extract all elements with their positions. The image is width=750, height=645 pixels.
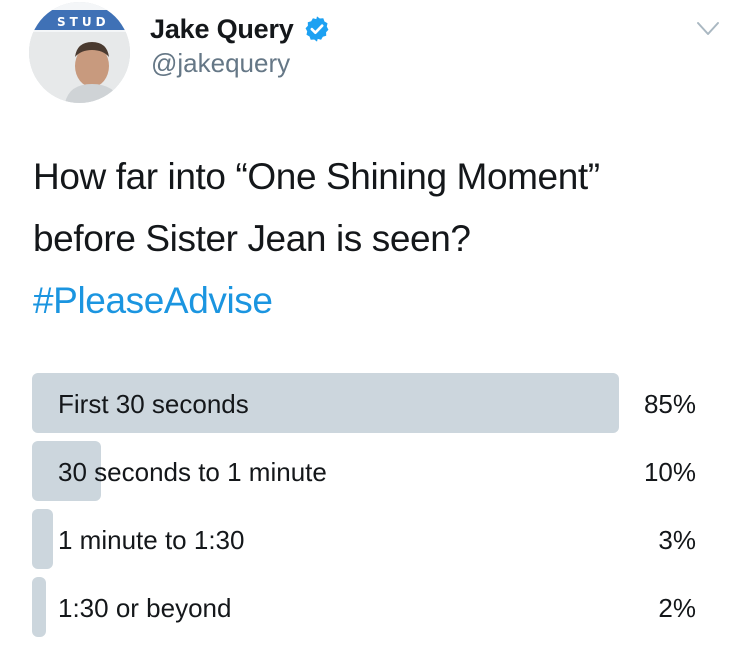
poll-option-percent: 3% [658, 525, 696, 555]
author-name-row[interactable]: Jake Query [150, 12, 331, 46]
hashtag-link[interactable]: #PleaseAdvise [33, 270, 723, 332]
tweet-text-line: before Sister Jean is seen? [33, 218, 471, 259]
poll-option: 1:30 or beyond 2% [32, 577, 696, 637]
poll-option-percent: 10% [643, 457, 696, 487]
poll-result-bar [32, 577, 46, 637]
avatar-photo: STUD [29, 2, 130, 103]
poll-option: 1 minute to 1:30 3% [32, 509, 696, 569]
poll-option-label: 1:30 or beyond [58, 593, 232, 623]
poll-option-label: First 30 seconds [58, 389, 249, 419]
avatar-logo-text: STUD [57, 15, 110, 29]
poll-option: First 30 seconds 85% [32, 373, 696, 433]
poll-option: 30 seconds to 1 minute 10% [32, 441, 696, 501]
avatar[interactable]: STUD [29, 2, 130, 103]
tweet-text: How far into “One Shining Moment” before… [33, 146, 723, 332]
poll-option-label: 30 seconds to 1 minute [58, 457, 327, 487]
poll: First 30 seconds 85% 30 seconds to 1 min… [32, 373, 696, 645]
poll-result-bar [32, 509, 53, 569]
tweet-text-line: How far into “One Shining Moment” [33, 156, 600, 197]
poll-option-label: 1 minute to 1:30 [58, 525, 245, 555]
author-handle[interactable]: @jakequery [151, 48, 290, 79]
poll-option-percent: 2% [658, 593, 696, 623]
poll-option-percent: 85% [643, 389, 696, 419]
verified-badge-icon [305, 16, 329, 42]
author-display-name[interactable]: Jake Query [150, 14, 294, 45]
chevron-down-icon[interactable] [696, 20, 720, 38]
